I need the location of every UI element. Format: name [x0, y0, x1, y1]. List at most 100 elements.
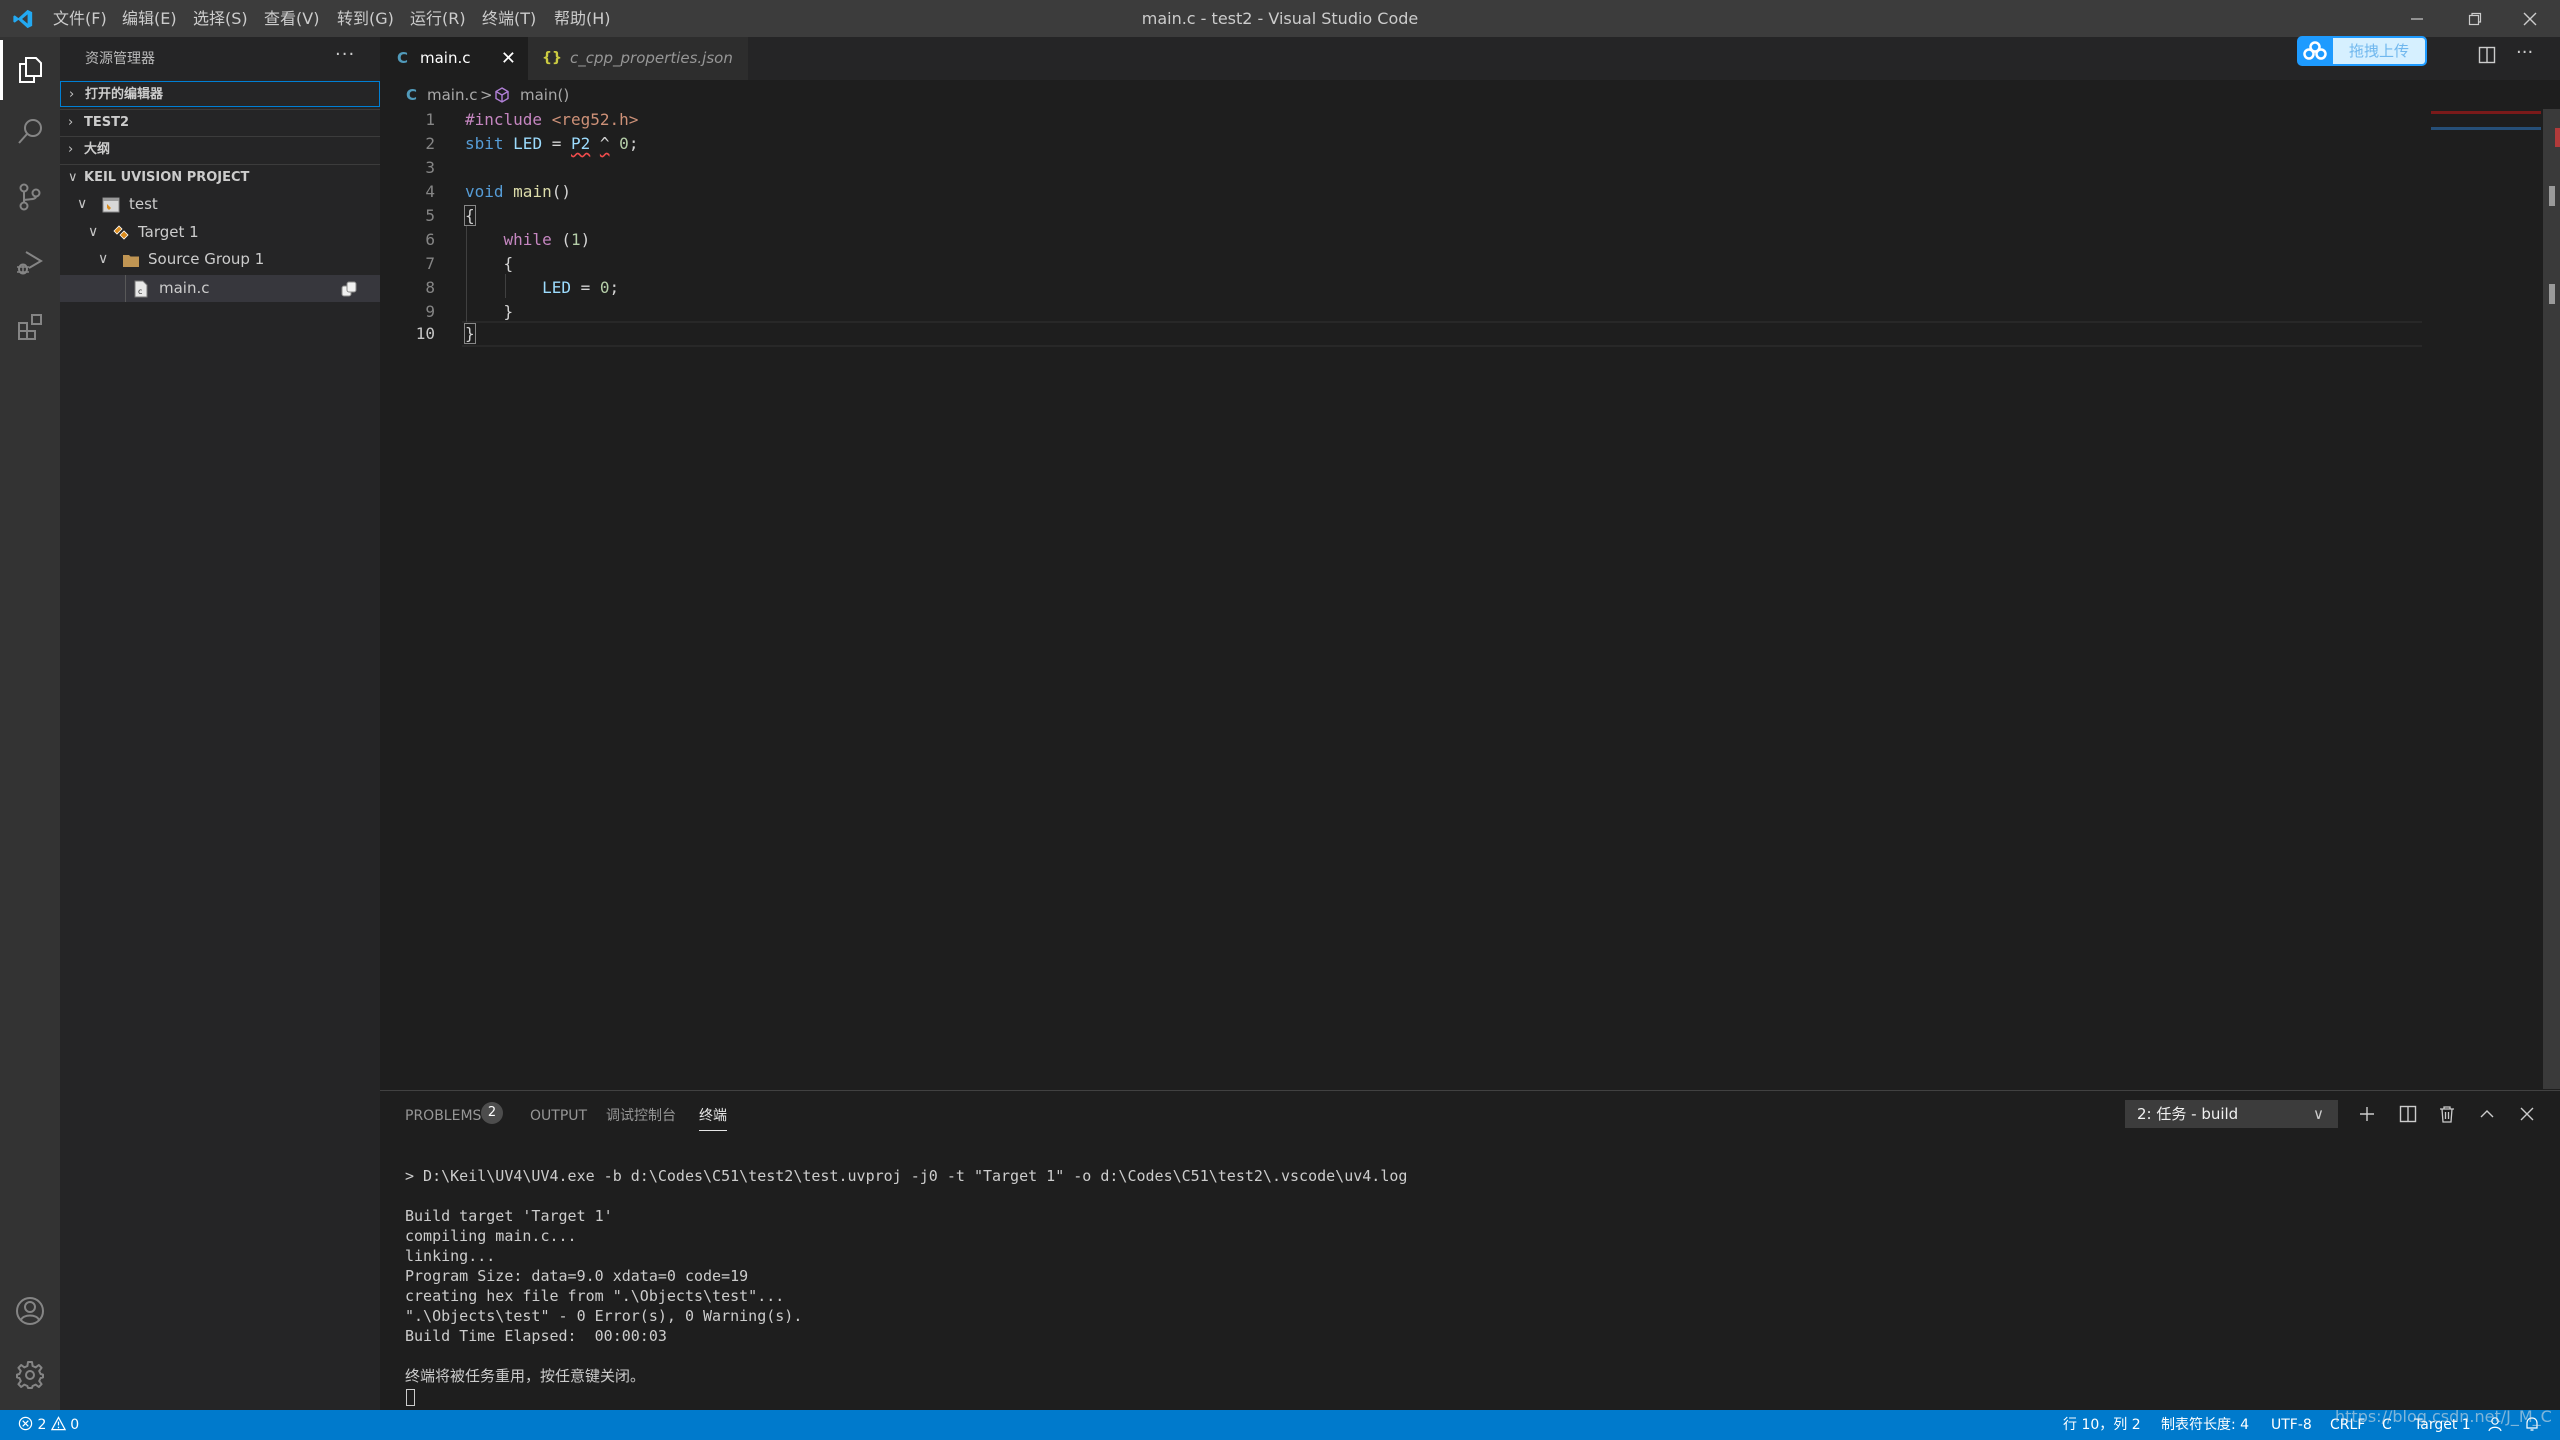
encoding[interactable]: UTF-8 — [2271, 1410, 2312, 1440]
panel-tab-output[interactable]: OUTPUT — [530, 1105, 587, 1127]
menu-run[interactable]: 运行(R) — [404, 0, 472, 37]
active-tab-underline — [699, 1130, 727, 1131]
section-outline[interactable]: › 大纲 — [60, 136, 380, 162]
tab-main-c[interactable]: C main.c ✕ — [380, 37, 528, 80]
search-icon — [18, 119, 42, 144]
terminal-select-dropdown[interactable]: 2: 任务 - build ∨ — [2125, 1100, 2338, 1128]
source-control-icon — [19, 183, 41, 211]
token: () — [551, 182, 571, 201]
trash-icon — [2440, 1106, 2454, 1123]
panel-tab-problems[interactable]: PROBLEMS — [405, 1105, 481, 1127]
bottom-panel — [380, 1090, 2560, 1410]
watermark: https://blog.csdn.net/J_M_C — [2335, 1407, 2552, 1426]
token: while — [503, 230, 552, 249]
split-terminal-button[interactable] — [2395, 1101, 2421, 1127]
new-terminal-button[interactable] — [2354, 1101, 2380, 1127]
menu-edit[interactable]: 编辑(E) — [116, 0, 183, 37]
cursor-position[interactable]: 行 10，列 2 — [2063, 1410, 2141, 1440]
menu-view[interactable]: 查看(V) — [258, 0, 325, 37]
menu-selection[interactable]: 选择(S) — [187, 0, 254, 37]
run-debug-icon — [17, 251, 43, 275]
drag-upload-button[interactable]: 拖拽上传 — [2297, 36, 2427, 66]
token: } — [503, 302, 514, 321]
activity-explorer[interactable] — [0, 40, 60, 100]
close-icon — [2523, 12, 2537, 25]
kill-terminal-button[interactable] — [2434, 1101, 2460, 1127]
tree-item-label: Target 1 — [138, 223, 199, 241]
tree-item-main-c[interactable]: c main.c — [60, 275, 380, 302]
tree-item-project-test[interactable]: ∨ test — [60, 191, 380, 218]
terminal-line: creating hex file from ".\Objects\test".… — [405, 1287, 785, 1305]
token: ; — [628, 134, 639, 153]
breadcrumb-symbol[interactable]: main() — [520, 80, 569, 110]
line-number: 9 — [425, 302, 435, 321]
sidebar-more-actions[interactable]: ··· — [335, 44, 355, 65]
tree-item-label: test — [129, 195, 158, 213]
panel-tab-terminal[interactable]: 终端 — [699, 1105, 727, 1127]
close-panel-button[interactable] — [2514, 1101, 2540, 1127]
method-symbol-icon — [495, 87, 509, 103]
warning-icon — [50, 1416, 66, 1431]
code-line-4: void main() — [465, 180, 571, 204]
error-token: P2 — [570, 134, 591, 153]
split-editor-icon[interactable] — [2478, 46, 2496, 64]
token: ) — [580, 230, 591, 249]
restore-button[interactable] — [2455, 0, 2495, 37]
token: { — [503, 254, 514, 273]
menu-goto[interactable]: 转到(G) — [331, 0, 400, 37]
code-line-7: { — [465, 252, 514, 276]
close-window-button[interactable] — [2510, 0, 2550, 37]
menu-file[interactable]: 文件(F) — [47, 0, 113, 37]
chevron-down-icon: ∨ — [88, 224, 99, 240]
tab-label: c_cpp_properties.json — [570, 49, 733, 67]
terminal-line: compiling main.c... — [405, 1227, 577, 1245]
breadcrumb-file[interactable]: main.c — [427, 80, 478, 110]
warning-count: 0 — [70, 1417, 80, 1433]
extensions-icon — [18, 314, 42, 340]
tab-c-cpp-properties[interactable]: {} c_cpp_properties.json — [528, 37, 748, 80]
activity-accounts[interactable] — [0, 1281, 60, 1341]
menu-help[interactable]: 帮助(H) — [548, 0, 617, 37]
token: sbit — [465, 134, 504, 153]
tree-item-target[interactable]: ∨ Target 1 — [60, 219, 380, 246]
copy-icon[interactable] — [340, 280, 358, 298]
scrollbar-error-marker — [2555, 128, 2560, 147]
section-open-editors[interactable]: › 打开的编辑器 — [60, 81, 380, 107]
keil-target-icon — [113, 225, 129, 240]
activity-source-control[interactable] — [0, 167, 60, 227]
tab-size[interactable]: 制表符长度: 4 — [2161, 1410, 2249, 1440]
c-file-icon: c — [134, 280, 148, 298]
section-label: 打开的编辑器 — [85, 87, 164, 102]
line-number-active: 10 — [415, 324, 435, 343]
chevron-down-icon: ∨ — [98, 251, 109, 267]
token: <reg52.h> — [551, 110, 639, 129]
terminal-line: linking... — [405, 1247, 496, 1265]
editor-scrollbar[interactable] — [2543, 109, 2560, 1089]
tree-indent-guide — [125, 275, 126, 302]
token: = — [570, 278, 600, 297]
minimap-current-line — [2431, 127, 2541, 130]
section-keil-project[interactable]: ∨ KEIL UVISION PROJECT — [60, 164, 380, 190]
close-icon[interactable]: ✕ — [501, 37, 516, 80]
chevron-down-icon: ∨ — [68, 170, 78, 185]
terminal-cursor — [406, 1389, 415, 1406]
activity-run-debug[interactable] — [0, 232, 60, 292]
vscode-logo-icon — [13, 9, 33, 29]
split-icon — [2399, 1105, 2417, 1123]
minimize-button[interactable] — [2397, 0, 2437, 37]
section-label: 大纲 — [84, 142, 111, 157]
panel-tab-debug-console[interactable]: 调试控制台 — [606, 1105, 676, 1127]
scrollbar-marker — [2549, 284, 2555, 304]
tree-item-source-group[interactable]: ∨ Source Group 1 — [60, 246, 380, 273]
line-number: 1 — [425, 110, 435, 129]
section-test2[interactable]: › TEST2 — [60, 109, 380, 135]
token: LED — [513, 134, 543, 153]
code-line-1: #include <reg52.h> — [465, 108, 638, 132]
activity-extensions[interactable] — [0, 297, 60, 357]
maximize-panel-button[interactable] — [2474, 1101, 2500, 1127]
editor-more-actions[interactable]: ··· — [2516, 42, 2533, 63]
problems-status[interactable]: 2 0 — [18, 1410, 79, 1440]
activity-manage[interactable] — [0, 1345, 60, 1405]
activity-search[interactable] — [0, 102, 60, 162]
menu-terminal[interactable]: 终端(T) — [476, 0, 542, 37]
